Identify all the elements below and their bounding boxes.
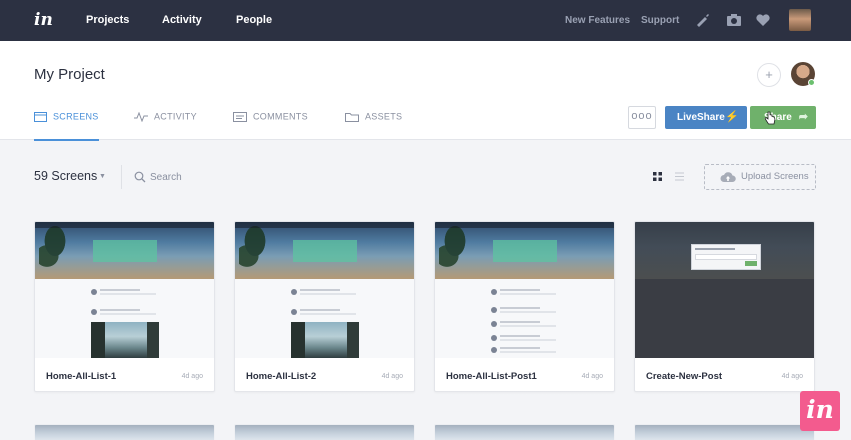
nav-link-people[interactable]: People (236, 14, 272, 26)
screen-count-dropdown[interactable]: 59 Screens (34, 169, 97, 183)
screen-timestamp: 4d ago (381, 373, 403, 380)
tab-screens[interactable]: SCREENS (34, 111, 99, 141)
nav-link-support[interactable]: Support (641, 15, 679, 26)
screen-thumbnail[interactable] (635, 222, 814, 358)
screen-card[interactable]: Home-All-List-Post1 4d ago (434, 221, 615, 392)
search-input[interactable] (150, 167, 270, 187)
tab-assets[interactable]: ASSETS (345, 111, 402, 135)
liveshare-button[interactable]: LiveShare ⚡ (665, 106, 747, 129)
invision-logo[interactable]: in (34, 10, 54, 30)
user-avatar[interactable] (789, 9, 811, 31)
cloud-upload-icon (720, 172, 736, 182)
screen-card[interactable]: Home-All-List-2 4d ago (234, 221, 415, 392)
screen-name[interactable]: Create-New-Post (646, 371, 722, 382)
tab-screens-label: SCREENS (53, 111, 99, 122)
toolbar-divider (121, 165, 122, 189)
hand-cursor-icon (764, 111, 776, 125)
screen-thumbnail[interactable] (35, 222, 214, 358)
bolt-icon: ⚡ (725, 111, 739, 123)
online-status-dot (808, 79, 815, 86)
invision-badge-logo: in (800, 391, 840, 431)
heart-icon[interactable] (755, 12, 771, 28)
screen-card-partial[interactable] (634, 424, 815, 440)
search-icon (134, 171, 146, 183)
screen-thumbnail[interactable] (435, 222, 614, 358)
pen-icon[interactable] (694, 12, 710, 28)
screen-name[interactable]: Home-All-List-2 (246, 371, 316, 382)
project-title: My Project (34, 66, 105, 83)
list-view-icon[interactable] (674, 171, 685, 182)
screen-card[interactable]: Create-New-Post 4d ago (634, 221, 815, 392)
top-nav: in Projects Activity People New Features… (0, 0, 851, 41)
nav-link-projects[interactable]: Projects (86, 14, 129, 26)
screen-name[interactable]: Home-All-List-1 (46, 371, 116, 382)
tab-activity-label: ACTIVITY (154, 111, 197, 122)
liveshare-label: LiveShare (677, 112, 725, 123)
more-options-button[interactable]: ooo (628, 106, 656, 129)
grid-view-icon[interactable] (652, 171, 663, 182)
nav-link-activity[interactable]: Activity (162, 14, 202, 26)
project-header: My Project + SCREENS ACTIVITY COMMENTS A… (0, 41, 851, 141)
screen-timestamp: 4d ago (781, 373, 803, 380)
screen-timestamp: 4d ago (581, 373, 603, 380)
screen-card-partial[interactable] (34, 424, 215, 440)
share-button[interactable]: Share ➦ (750, 106, 816, 129)
screen-card-partial[interactable] (234, 424, 415, 440)
screen-card[interactable]: Home-All-List-1 4d ago (34, 221, 215, 392)
tab-activity[interactable]: ACTIVITY (134, 111, 197, 135)
tab-comments-label: COMMENTS (253, 111, 308, 122)
screen-timestamp: 4d ago (181, 373, 203, 380)
tab-comments[interactable]: COMMENTS (233, 111, 308, 135)
modal-preview (691, 244, 761, 270)
tab-assets-label: ASSETS (365, 111, 403, 122)
add-member-button[interactable]: + (757, 63, 781, 87)
nav-link-new-features[interactable]: New Features (565, 15, 630, 26)
share-arrow-icon: ➦ (798, 111, 808, 123)
screen-name[interactable]: Home-All-List-Post1 (446, 371, 537, 382)
comments-icon (233, 111, 247, 122)
screen-thumbnail[interactable] (235, 222, 414, 358)
upload-screens-label: Upload Screens (741, 171, 809, 182)
screens-icon (34, 111, 47, 122)
activity-icon (134, 111, 148, 122)
screen-card-partial[interactable] (434, 424, 615, 440)
upload-screens-button[interactable]: Upload Screens (704, 164, 816, 190)
camera-icon[interactable] (726, 12, 742, 28)
chevron-down-icon[interactable]: ▼ (99, 173, 106, 180)
folder-icon (345, 112, 359, 122)
